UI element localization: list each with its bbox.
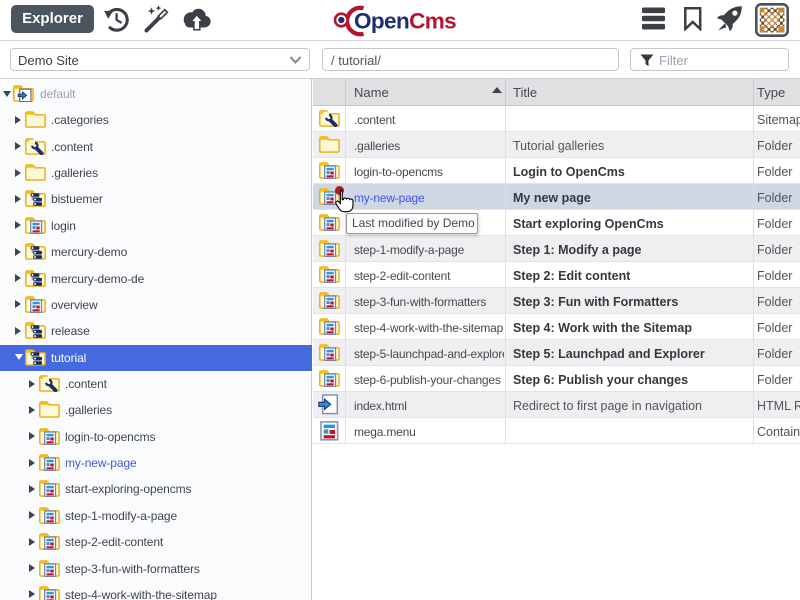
svg-text:OpenCms: OpenCms: [354, 9, 456, 34]
